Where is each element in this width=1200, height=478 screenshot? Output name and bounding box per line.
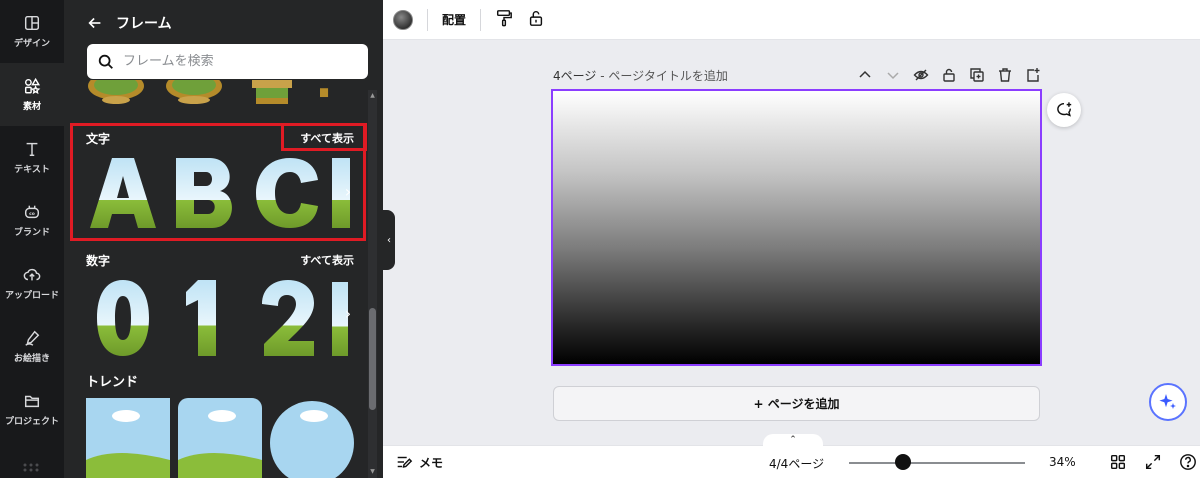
toolbar-divider — [480, 8, 482, 31]
page-lock-icon[interactable] — [941, 67, 957, 83]
brand-icon: co — [24, 205, 40, 219]
notes-icon — [397, 456, 413, 468]
number-2-frame[interactable] — [250, 276, 324, 360]
rail-label-projects: プロジェクト — [4, 417, 59, 427]
comment-plus-icon — [1057, 102, 1072, 117]
fullscreen-icon[interactable] — [1144, 453, 1164, 473]
notes-button[interactable]: メモ — [395, 453, 443, 471]
page-actions — [857, 67, 1041, 83]
section-title-trend: トレンド — [86, 374, 139, 390]
paint-roller-icon[interactable] — [495, 9, 513, 31]
rail-label-draw: お絵描き — [13, 354, 50, 364]
magic-assistant-button[interactable] — [1149, 383, 1187, 421]
frames-panel: フレーム 文字 すべて表示 — [64, 0, 383, 478]
page-header: 4ページ - ページタイトルを追加 — [553, 66, 1041, 84]
frame-search-input[interactable] — [123, 54, 363, 69]
left-rail: デザイン 素材 テキスト co ブランド アップロード お絵描き プロジェクト — [0, 0, 64, 478]
circle-frame[interactable] — [270, 398, 354, 478]
apps-grip-icon[interactable] — [22, 462, 40, 472]
rail-item-projects[interactable]: プロジェクト — [0, 378, 64, 441]
numbers-row: › — [86, 276, 354, 360]
section-numbers: 数字 すべて表示 › — [86, 250, 354, 360]
chevron-down-icon[interactable] — [885, 67, 901, 83]
section-header: トレンド — [86, 370, 354, 390]
toolbar-divider — [427, 8, 428, 31]
rail-item-text[interactable]: テキスト — [0, 126, 64, 189]
rail-item-brand[interactable]: co ブランド — [0, 189, 64, 252]
design-icon — [24, 15, 40, 31]
page-count-button[interactable]: 4/4ページ — [769, 455, 824, 472]
delete-page-icon[interactable] — [997, 67, 1013, 83]
section-title-numbers: 数字 — [86, 253, 111, 268]
elements-icon — [24, 77, 41, 95]
page-number-label: 4ページ — [553, 68, 597, 83]
duplicate-page-icon[interactable] — [969, 67, 985, 83]
page-title-placeholder[interactable]: - ページタイトルを追加 — [596, 69, 728, 83]
ornate-frame-thumbnail[interactable] — [242, 80, 302, 106]
page-title-area[interactable]: 4ページ - ページタイトルを追加 — [553, 67, 728, 84]
numbers-next-arrow-icon[interactable]: › — [338, 302, 358, 324]
number-0-frame[interactable] — [86, 276, 160, 360]
square-frame[interactable] — [86, 398, 170, 478]
rounded-square-frame[interactable] — [178, 398, 262, 478]
scroll-up-icon[interactable]: ▲ — [368, 92, 377, 100]
add-page-button[interactable]: + ページを追加 — [553, 386, 1040, 421]
chevron-up-icon[interactable] — [857, 67, 873, 83]
section-trend: トレンド — [86, 370, 354, 478]
rail-label-brand: ブランド — [13, 228, 50, 238]
scroll-down-icon[interactable]: ▼ — [368, 468, 377, 476]
sparkle-icon — [1159, 394, 1176, 409]
expand-pages-toggle[interactable]: ⌃ — [763, 434, 823, 448]
collapse-panel-handle[interactable]: ‹ — [383, 210, 395, 270]
help-icon[interactable] — [1179, 453, 1199, 473]
ornate-frame-thumbnail[interactable] — [164, 80, 224, 106]
panel-scrollbar[interactable]: ▲ ▼ — [368, 90, 377, 478]
rail-item-upload[interactable]: アップロード — [0, 252, 64, 315]
search-icon — [98, 54, 113, 69]
arrange-button[interactable]: 配置 — [442, 11, 466, 28]
ornate-frame-thumbnail[interactable] — [320, 80, 342, 106]
zoom-slider-track[interactable] — [849, 462, 1025, 464]
rail-label-upload: アップロード — [4, 291, 59, 301]
zoom-level[interactable]: 34% — [1049, 455, 1076, 469]
frame-search-box[interactable] — [87, 44, 368, 79]
rail-item-design[interactable]: デザイン — [0, 0, 64, 63]
color-swatch-button[interactable] — [393, 9, 413, 30]
highlight-see-all — [281, 123, 367, 151]
ornate-frame-thumbnail[interactable] — [86, 80, 146, 106]
text-icon — [26, 142, 38, 157]
back-arrow-icon[interactable] — [86, 14, 104, 32]
bottom-bar: ⌃ メモ 4/4ページ 34% — [383, 434, 1200, 478]
notes-label: メモ — [419, 455, 444, 470]
hide-eye-icon[interactable] — [913, 67, 929, 83]
add-comment-button[interactable] — [1047, 93, 1081, 127]
panel-title: フレーム — [116, 16, 172, 32]
rail-label-text: テキスト — [14, 165, 50, 175]
svg-text:co: co — [29, 212, 35, 217]
top-toolbar: 配置 — [383, 0, 1200, 40]
rail-item-draw[interactable]: お絵描き — [0, 315, 64, 378]
rail-label-design: デザイン — [13, 39, 50, 49]
grid-view-icon[interactable] — [1109, 453, 1129, 473]
panel-header: フレーム — [86, 10, 172, 36]
zoom-slider-thumb[interactable] — [895, 454, 911, 470]
number-1-frame[interactable] — [168, 276, 242, 360]
rail-label-elements: 素材 — [22, 102, 41, 112]
lock-icon[interactable] — [527, 9, 545, 31]
rail-item-elements[interactable]: 素材 — [0, 63, 64, 126]
upload-icon — [23, 268, 41, 281]
design-canvas-page[interactable] — [551, 89, 1042, 366]
trend-row — [86, 398, 354, 478]
see-all-numbers-link[interactable]: すべて表示 — [300, 252, 354, 268]
scroll-thumb[interactable] — [369, 308, 376, 410]
section-header: 数字 すべて表示 — [86, 250, 354, 270]
folder-icon — [24, 395, 40, 408]
draw-icon — [25, 330, 40, 346]
add-page-icon[interactable] — [1025, 67, 1041, 83]
previous-row-peek — [86, 80, 342, 106]
